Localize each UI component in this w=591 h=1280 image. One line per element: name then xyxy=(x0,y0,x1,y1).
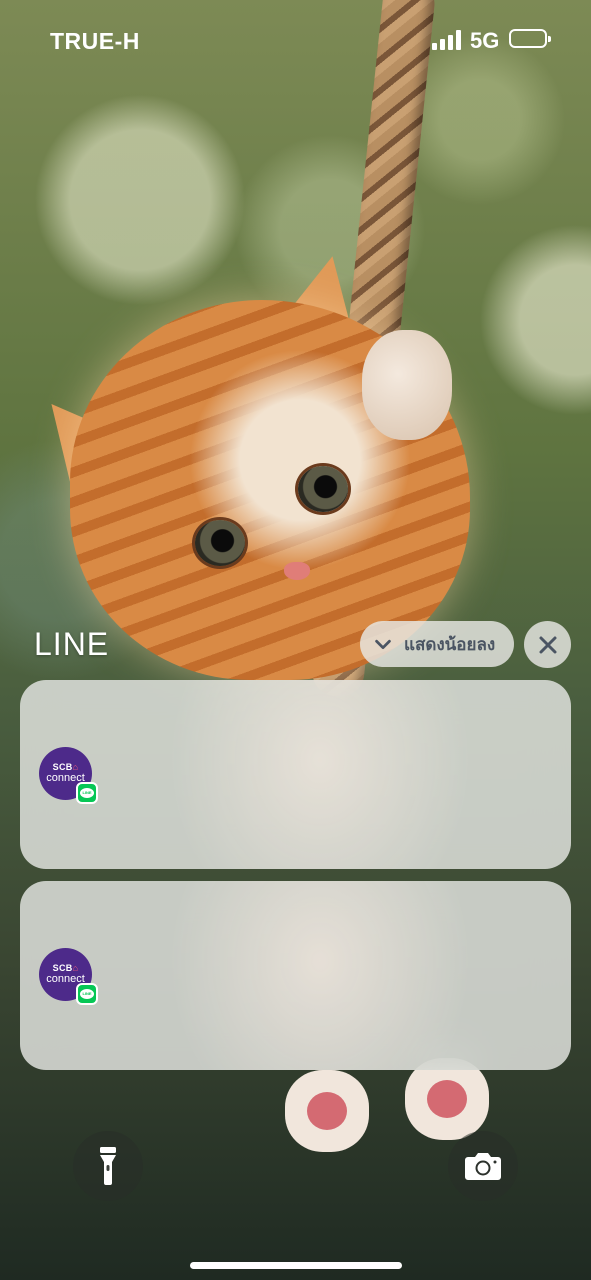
house-icon: ⌂ xyxy=(72,963,79,973)
app-icon-brand-text: SCB xyxy=(52,963,73,973)
line-app-badge-icon: LINE xyxy=(76,782,98,804)
carrier-name: TRUE-H xyxy=(50,28,140,54)
camera-icon xyxy=(465,1153,501,1180)
clear-notifications-button[interactable] xyxy=(524,621,571,668)
kitten-eye-left xyxy=(195,520,245,566)
network-type: 5G xyxy=(470,28,500,53)
line-app-badge-icon: LINE xyxy=(76,983,98,1005)
notification-group-title: LINE xyxy=(34,626,110,662)
line-badge-text: LINE xyxy=(82,790,92,795)
notification-card[interactable]: SCB⌂ connect LINE xyxy=(20,881,571,1070)
show-less-label: แสดงน้อยลง xyxy=(404,634,496,654)
home-indicator[interactable] xyxy=(190,1262,402,1269)
signal-strength-icon xyxy=(432,28,466,50)
kitten-paw-top xyxy=(362,330,452,440)
kitten-paw-bottom-right xyxy=(405,1058,489,1140)
notification-card[interactable]: SCB⌂ connect LINE xyxy=(20,680,571,869)
battery-icon xyxy=(509,29,551,48)
flashlight-button[interactable] xyxy=(73,1131,143,1201)
chevron-down-icon xyxy=(375,639,391,650)
flashlight-icon xyxy=(100,1147,116,1185)
show-less-button[interactable]: แสดงน้อยลง xyxy=(360,621,514,667)
close-icon xyxy=(539,636,556,653)
camera-button[interactable] xyxy=(448,1131,518,1201)
kitten-eye-right xyxy=(298,466,348,512)
kitten-paw-bottom-left xyxy=(285,1070,369,1152)
house-icon: ⌂ xyxy=(72,762,79,772)
app-icon-brand-text: SCB xyxy=(52,762,73,772)
line-badge-text: LINE xyxy=(82,991,92,996)
status-bar: TRUE-H 5G xyxy=(0,0,591,80)
kitten-nose xyxy=(284,562,310,580)
